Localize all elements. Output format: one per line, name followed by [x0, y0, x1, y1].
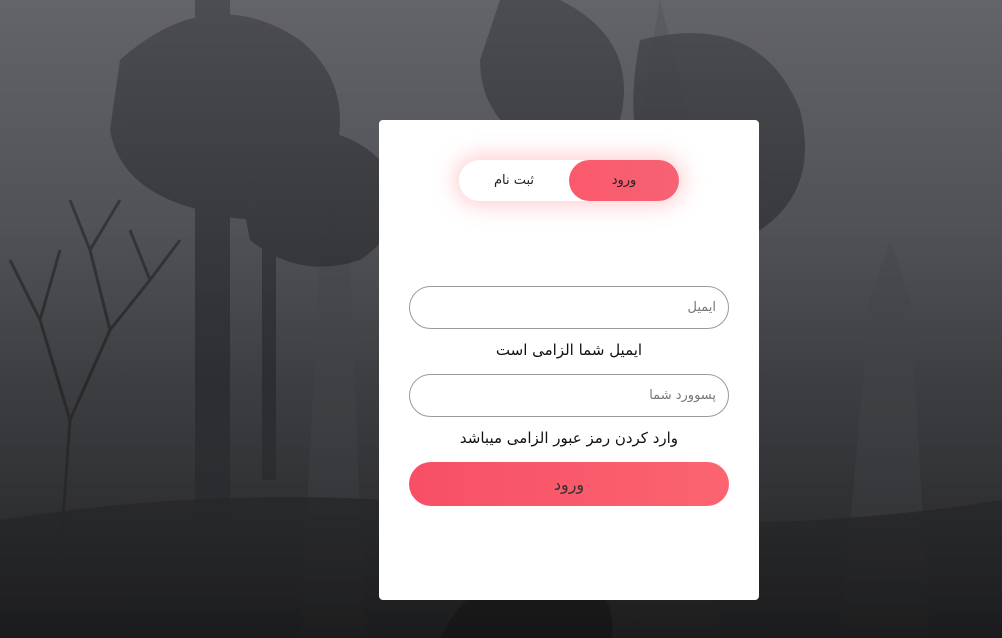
login-card: ورود ثبت نام ایمیل شما الزامی است وارد ک…: [379, 120, 759, 600]
email-error-message: ایمیل شما الزامی است: [495, 341, 643, 359]
tab-signup[interactable]: ثبت نام: [459, 160, 569, 201]
password-error-message: وارد کردن رمز عبور الزامی میباشد: [459, 429, 679, 447]
login-submit-button[interactable]: ورود: [409, 462, 729, 506]
login-page: ورود ثبت نام ایمیل شما الزامی است وارد ک…: [0, 0, 1002, 638]
password-input[interactable]: [409, 374, 729, 417]
tab-login[interactable]: ورود: [569, 160, 679, 201]
auth-mode-toggle: ورود ثبت نام: [459, 160, 679, 201]
email-input[interactable]: [409, 286, 729, 329]
